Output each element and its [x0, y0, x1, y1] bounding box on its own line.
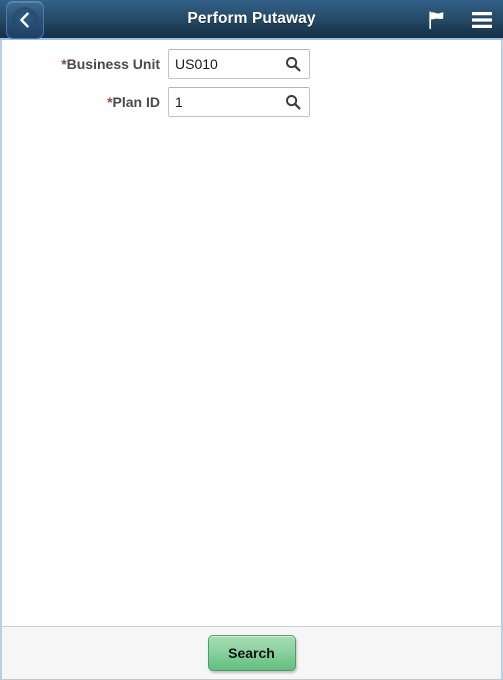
- field-row-plan-id: *Plan ID: [2, 87, 501, 117]
- search-criteria-form: *Business Unit *Plan ID: [2, 40, 501, 117]
- label-text-business-unit: Business Unit: [66, 56, 160, 72]
- page-footer: Search: [0, 626, 503, 680]
- search-icon: [285, 94, 301, 110]
- back-button-circle: [12, 7, 38, 33]
- field-row-business-unit: *Business Unit: [2, 49, 501, 79]
- chevron-left-icon: [18, 12, 32, 28]
- plan-id-input[interactable]: [169, 89, 277, 115]
- business-unit-lookup-button[interactable]: [280, 50, 306, 78]
- app-header: Perform Putaway: [0, 0, 503, 40]
- label-text-plan-id: Plan ID: [112, 94, 160, 110]
- input-wrap-business-unit: [168, 49, 310, 79]
- page-content: *Business Unit *Plan ID: [0, 40, 503, 626]
- flag-icon[interactable]: [423, 6, 449, 34]
- label-plan-id: *Plan ID: [2, 87, 168, 117]
- input-wrap-plan-id: [168, 87, 310, 117]
- header-actions: [423, 0, 495, 40]
- app-root: Perform Putaway *Business Unit US010 *Pl…: [0, 0, 503, 680]
- label-business-unit: *Business Unit: [2, 49, 168, 79]
- back-button[interactable]: [6, 1, 44, 39]
- plan-id-lookup-button[interactable]: [280, 88, 306, 116]
- hamburger-menu-icon[interactable]: [469, 6, 495, 34]
- search-button[interactable]: Search: [207, 635, 296, 671]
- business-unit-input[interactable]: [169, 51, 277, 77]
- search-icon: [285, 56, 301, 72]
